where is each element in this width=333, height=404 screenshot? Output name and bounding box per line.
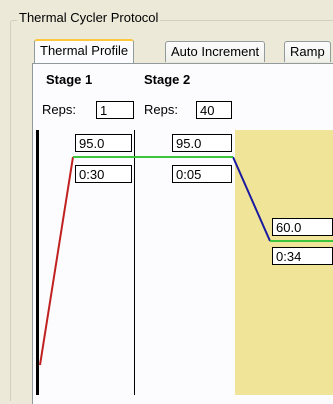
hold-line-60 <box>270 240 333 242</box>
stage-2-step-1-temp[interactable]: 95.0 <box>172 134 232 152</box>
hold-line-95 <box>73 156 233 158</box>
stage-2-ramp-down <box>232 156 271 242</box>
tab-thermal-profile[interactable]: Thermal Profile <box>34 39 135 63</box>
stage-2-step-1-time[interactable]: 0:05 <box>172 165 232 183</box>
stage-2-step-2-temp[interactable]: 60.0 <box>272 218 333 236</box>
stage-1-step-1-temp[interactable]: 95.0 <box>75 134 132 152</box>
stage-1-step-1-time[interactable]: 0:30 <box>75 165 132 183</box>
stage-2-step-2-time[interactable]: 0:34 <box>272 247 333 265</box>
stage-1-ramp-up <box>39 156 74 366</box>
